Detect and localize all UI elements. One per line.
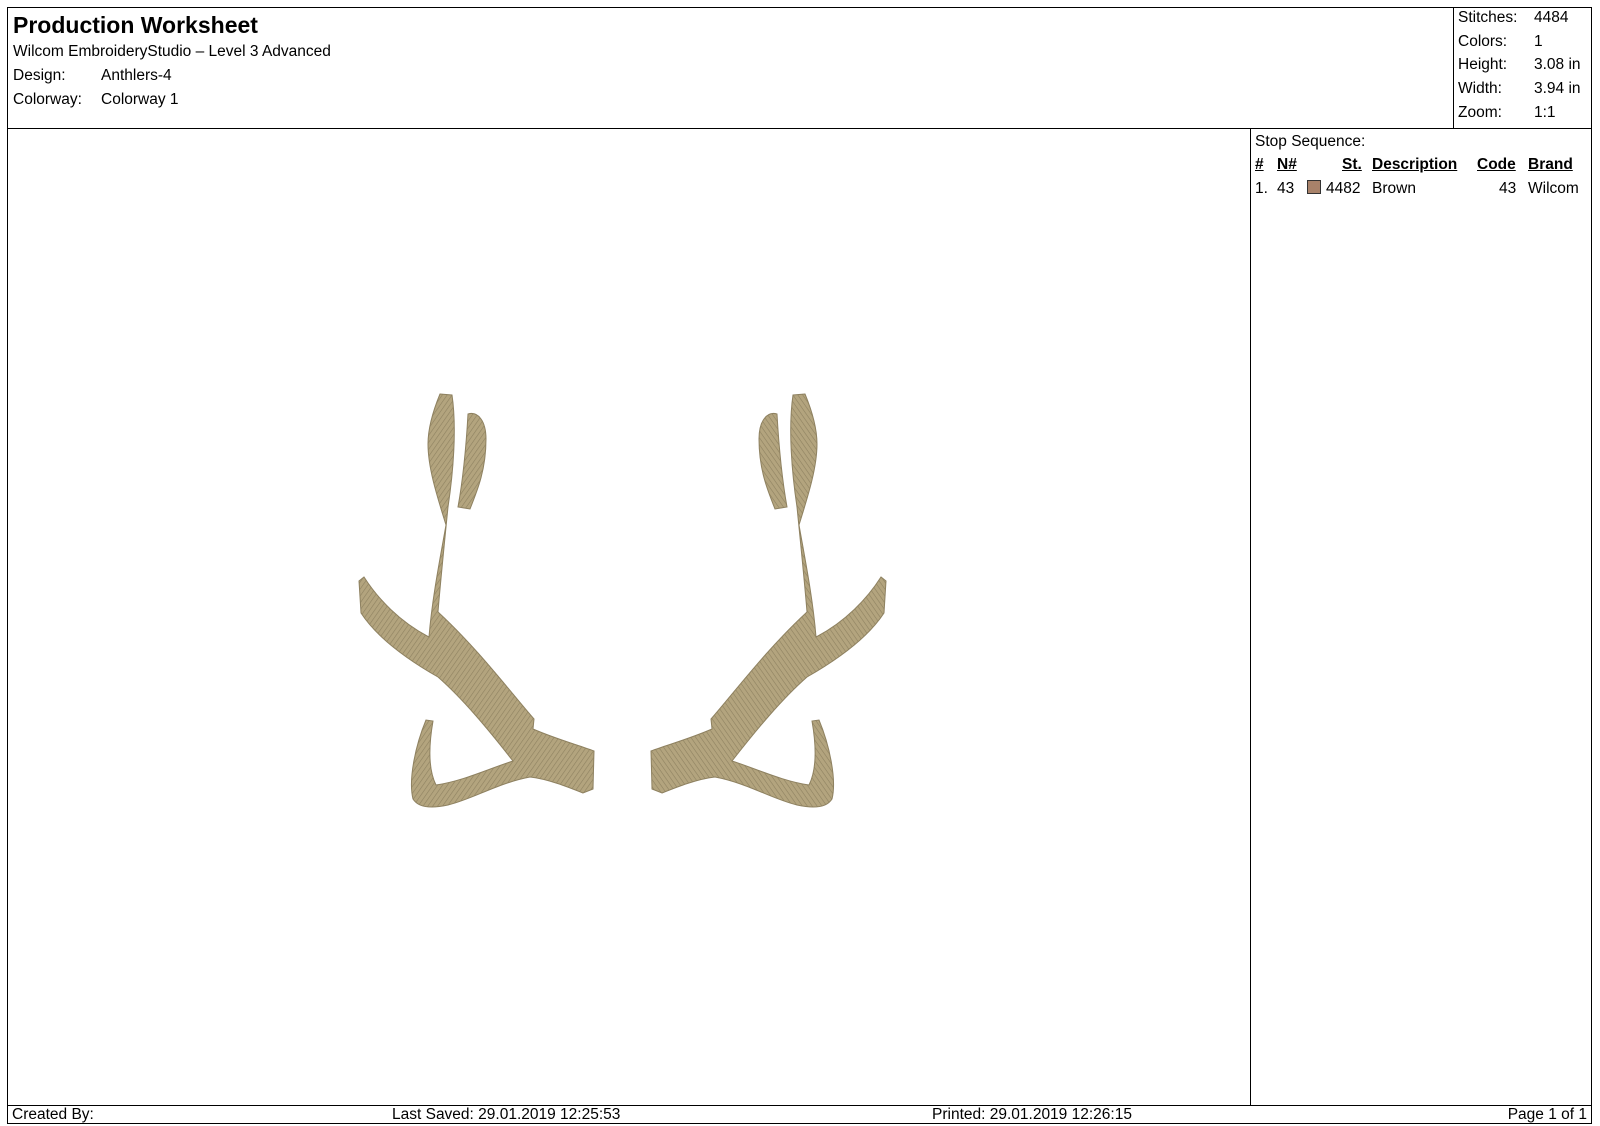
row-num: 1.	[1255, 180, 1268, 197]
width-row: Width: 3.94 in	[1458, 80, 1581, 98]
worksheet-frame: Production Worksheet Wilcom EmbroiderySt…	[7, 7, 1592, 1124]
colors-row: Colors: 1	[1458, 33, 1543, 51]
stop-sequence-header: # N# St. Description Code Brand	[1251, 156, 1591, 178]
colorway-row: Colorway: Colorway 1	[13, 91, 179, 109]
row-code: 43	[1499, 180, 1517, 197]
stitches-row: Stitches: 4484	[1458, 9, 1568, 27]
colorway-value: Colorway 1	[101, 91, 179, 108]
col-needle: N#	[1277, 156, 1297, 173]
colors-label: Colors:	[1458, 33, 1508, 50]
row-description: Brown	[1372, 180, 1416, 197]
design-value: Anthlers-4	[101, 67, 172, 84]
page-title: Production Worksheet	[13, 12, 258, 38]
stop-sequence-row: 1. 43 4482 Brown 43 Wilcom	[1251, 180, 1591, 202]
stop-sequence-title: Stop Sequence:	[1255, 133, 1366, 150]
width-value: 3.94 in	[1534, 80, 1581, 97]
col-code: Code	[1477, 156, 1516, 173]
col-description: Description	[1372, 156, 1458, 173]
colorway-label: Colorway:	[13, 91, 82, 108]
printed-date: Printed: 29.01.2019 12:26:15	[932, 1106, 1132, 1123]
left-antler	[358, 393, 595, 808]
created-by: Created By:	[12, 1106, 94, 1123]
last-saved: Last Saved: 29.01.2019 12:25:53	[392, 1106, 621, 1123]
design-row: Design: Anthlers-4	[13, 67, 172, 85]
col-brand: Brand	[1528, 156, 1573, 173]
col-stitches: St.	[1342, 156, 1362, 173]
height-value: 3.08 in	[1534, 56, 1581, 73]
height-row: Height: 3.08 in	[1458, 56, 1581, 74]
row-stitches: 4482	[1326, 180, 1361, 197]
left-antler-shape	[358, 393, 595, 808]
zoom-value: 1:1	[1534, 104, 1556, 121]
worksheet-footer: Created By: Last Saved: 29.01.2019 12:25…	[8, 1105, 1591, 1124]
colors-value: 1	[1534, 33, 1543, 50]
design-stats-panel: Stitches: 4484 Colors: 1 Height: 3.08 in Wi…	[1453, 8, 1591, 128]
software-name: Wilcom EmbroideryStudio – Level 3 Advanc…	[13, 43, 331, 60]
height-label: Height:	[1458, 56, 1508, 73]
width-label: Width:	[1458, 80, 1502, 97]
design-preview-canvas	[8, 129, 1251, 1105]
zoom-row: Zoom: 1:1	[1458, 104, 1556, 122]
right-antler	[650, 393, 887, 808]
worksheet-header: Production Worksheet Wilcom EmbroiderySt…	[8, 8, 1591, 129]
thread-color-swatch	[1307, 180, 1321, 194]
stitches-value: 4484	[1534, 9, 1569, 26]
stitches-label: Stitches:	[1458, 9, 1518, 26]
design-label: Design:	[13, 67, 66, 84]
row-needle: 43	[1277, 180, 1295, 197]
antlers-embroidery-design	[358, 393, 887, 808]
stop-sequence-panel: Stop Sequence: # N# St. Description Code…	[1251, 129, 1591, 197]
page-number: Page 1 of 1	[1507, 1106, 1587, 1123]
col-num: #	[1255, 156, 1264, 173]
row-brand: Wilcom	[1528, 180, 1579, 197]
zoom-label: Zoom:	[1458, 104, 1502, 121]
right-antler-shape	[650, 393, 887, 808]
